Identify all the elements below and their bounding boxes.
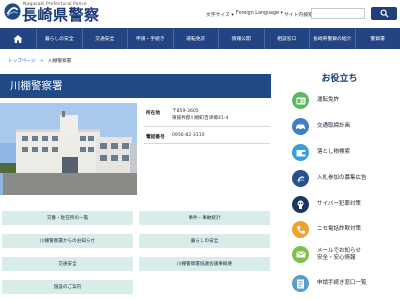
- address: 東彼杵郡川棚町百津郷41-4: [172, 116, 229, 121]
- nav-item-traffic-safety[interactable]: 交通安全: [83, 28, 128, 49]
- nav-item-about-police[interactable]: 長崎県警察の紹介: [310, 28, 356, 49]
- postal-code: 〒859-3605: [172, 109, 199, 114]
- breadcrumb: トップページ > 川棚警察署: [8, 58, 71, 64]
- station-photo: [0, 103, 137, 195]
- sidebar-item-label: 入札参加の募集広告: [317, 175, 367, 181]
- breadcrumb-current: 川棚警察署: [48, 59, 72, 64]
- sidebar-item-bidding-notice[interactable]: 入札参加の募集広告: [292, 170, 367, 187]
- chevron-down-icon: ▾: [280, 11, 283, 16]
- site-logo[interactable]: 長崎県警察: [22, 7, 100, 23]
- search-icon: [379, 9, 389, 18]
- sidebar-item-label: 交通取締計画: [317, 123, 351, 129]
- sidebar-item-label: 運転免許: [317, 97, 340, 103]
- phone-label: 電話番号: [146, 135, 165, 140]
- sidebar-item-lost-items[interactable]: 落とし物検索: [292, 144, 350, 161]
- sidebar-item-label: メールでお知らせ 安全・安心情報: [317, 247, 361, 261]
- sidebar-item-cyber-crime[interactable]: サイバー犯罪対策: [292, 196, 361, 213]
- font-size-label[interactable]: 文字サイズ: [206, 13, 230, 18]
- language-control[interactable]: Foreign Language ▾: [236, 11, 283, 16]
- nav-item-police-stations[interactable]: 警察署: [356, 28, 400, 49]
- language-label[interactable]: Foreign Language: [236, 11, 279, 16]
- page-title: 川棚警察署: [0, 74, 271, 98]
- font-size-control[interactable]: 文字サイズ ▾: [206, 11, 234, 18]
- home-icon: [13, 34, 23, 43]
- mail-icon: [292, 246, 309, 263]
- police-car-icon: [292, 118, 309, 135]
- location-label: 所在地: [146, 111, 161, 116]
- wallet-icon: [292, 144, 309, 161]
- sidebar-item-application-windows[interactable]: 申請手続き窓口一覧: [292, 275, 367, 292]
- sidebar-item-label: 落とし物検索: [317, 149, 351, 155]
- link-koban-list[interactable]: 交番・駐在所の一覧: [2, 211, 133, 225]
- nav-item-safety[interactable]: 暮らしの安全: [37, 28, 83, 49]
- sidebar-item-traffic-enforcement[interactable]: 交通取締計画: [292, 118, 350, 135]
- chevron-down-icon: ▾: [231, 13, 234, 18]
- sidebar-item-label: 申請手続き窓口一覧: [317, 280, 367, 286]
- phone-number: 0956-82-3110: [172, 133, 205, 138]
- license-card-icon: [292, 92, 309, 109]
- link-incident-statistics[interactable]: 事件・事故統計: [139, 211, 270, 225]
- link-daily-safety[interactable]: 暮らしの安全: [139, 234, 270, 248]
- breadcrumb-home-link[interactable]: トップページ: [8, 59, 35, 64]
- site-header: Nagasaki Prefectural Police 長崎県警察 文字サイズ …: [0, 0, 400, 28]
- sidebar-item-phone-scam[interactable]: ニセ電話詐欺対策: [292, 221, 361, 238]
- info-divider: [144, 126, 270, 127]
- link-station-news[interactable]: 川棚警察署からのお知らせ: [2, 234, 133, 248]
- info-divider: [144, 143, 270, 144]
- link-council-minutes[interactable]: 川棚警察署協議会議事概要: [139, 257, 270, 271]
- search-input[interactable]: [311, 8, 365, 19]
- sidebar-title: お役立ち: [321, 74, 358, 84]
- application-window-icon: [292, 275, 309, 292]
- breadcrumb-separator: >: [39, 59, 44, 64]
- nav-item-information-disclosure[interactable]: 情報公開: [219, 28, 265, 49]
- site-search-label: サイト内検索: [284, 13, 313, 18]
- cyber-crime-icon: [292, 196, 309, 213]
- nav-item-applications[interactable]: 申請・手続き: [128, 28, 174, 49]
- police-emblem-icon[interactable]: [4, 3, 21, 20]
- global-nav: 暮らしの安全 交通安全 申請・手続き 運転免許 情報公開 相談窓口 長崎県警察の…: [0, 28, 400, 49]
- link-traffic-safety[interactable]: 交通安全: [2, 257, 133, 271]
- phone-scam-icon: [292, 221, 309, 238]
- sidebar-item-drivers-license[interactable]: 運転免許: [292, 92, 339, 109]
- sidebar-item-label: サイバー犯罪対策: [317, 201, 361, 207]
- link-facility-guide[interactable]: 施設のご案内: [2, 280, 133, 294]
- sidebar-item-mail-notice[interactable]: メールでお知らせ 安全・安心情報: [292, 246, 361, 263]
- sidebar-item-label: ニセ電話詐欺対策: [317, 226, 362, 232]
- search-button[interactable]: [371, 7, 397, 20]
- home-button[interactable]: [0, 28, 37, 49]
- nav-item-drivers-license[interactable]: 運転免許: [174, 28, 219, 49]
- nav-item-consultation[interactable]: 相談窓口: [265, 28, 310, 49]
- police-logo-icon: [292, 170, 309, 187]
